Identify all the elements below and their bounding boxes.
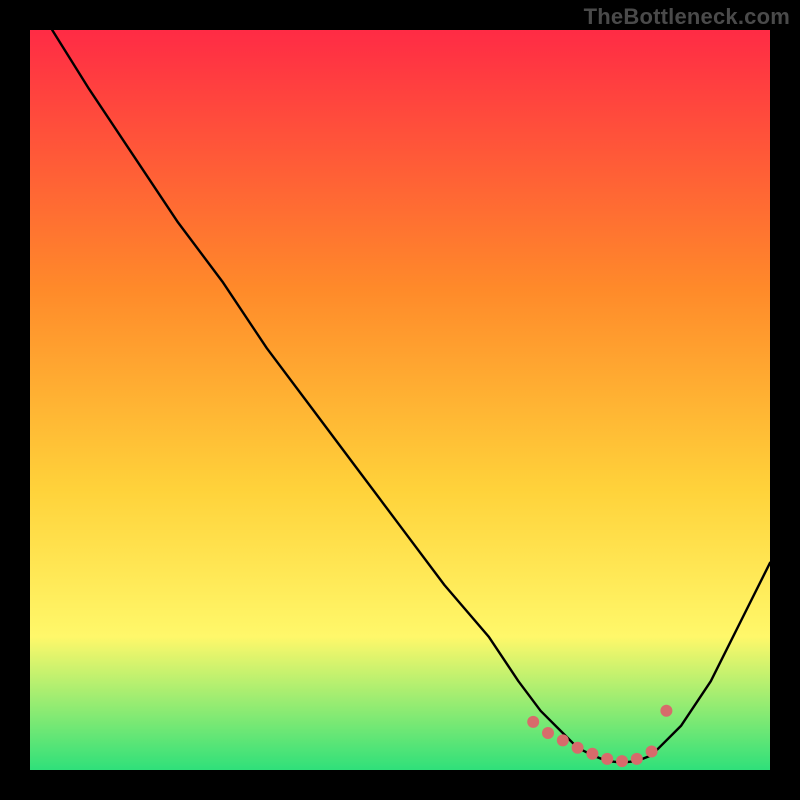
highlight-point	[646, 746, 658, 758]
highlight-point	[572, 742, 584, 754]
watermark-text: TheBottleneck.com	[584, 4, 790, 30]
highlight-point	[631, 753, 643, 765]
highlight-point	[586, 748, 598, 760]
chart-frame: TheBottleneck.com	[0, 0, 800, 800]
highlight-point	[557, 734, 569, 746]
highlight-point	[660, 705, 672, 717]
gradient-background	[30, 30, 770, 770]
chart-svg	[30, 30, 770, 770]
highlight-point	[616, 755, 628, 767]
highlight-point	[527, 716, 539, 728]
highlight-point	[542, 727, 554, 739]
highlight-point	[601, 753, 613, 765]
plot-area	[30, 30, 770, 770]
